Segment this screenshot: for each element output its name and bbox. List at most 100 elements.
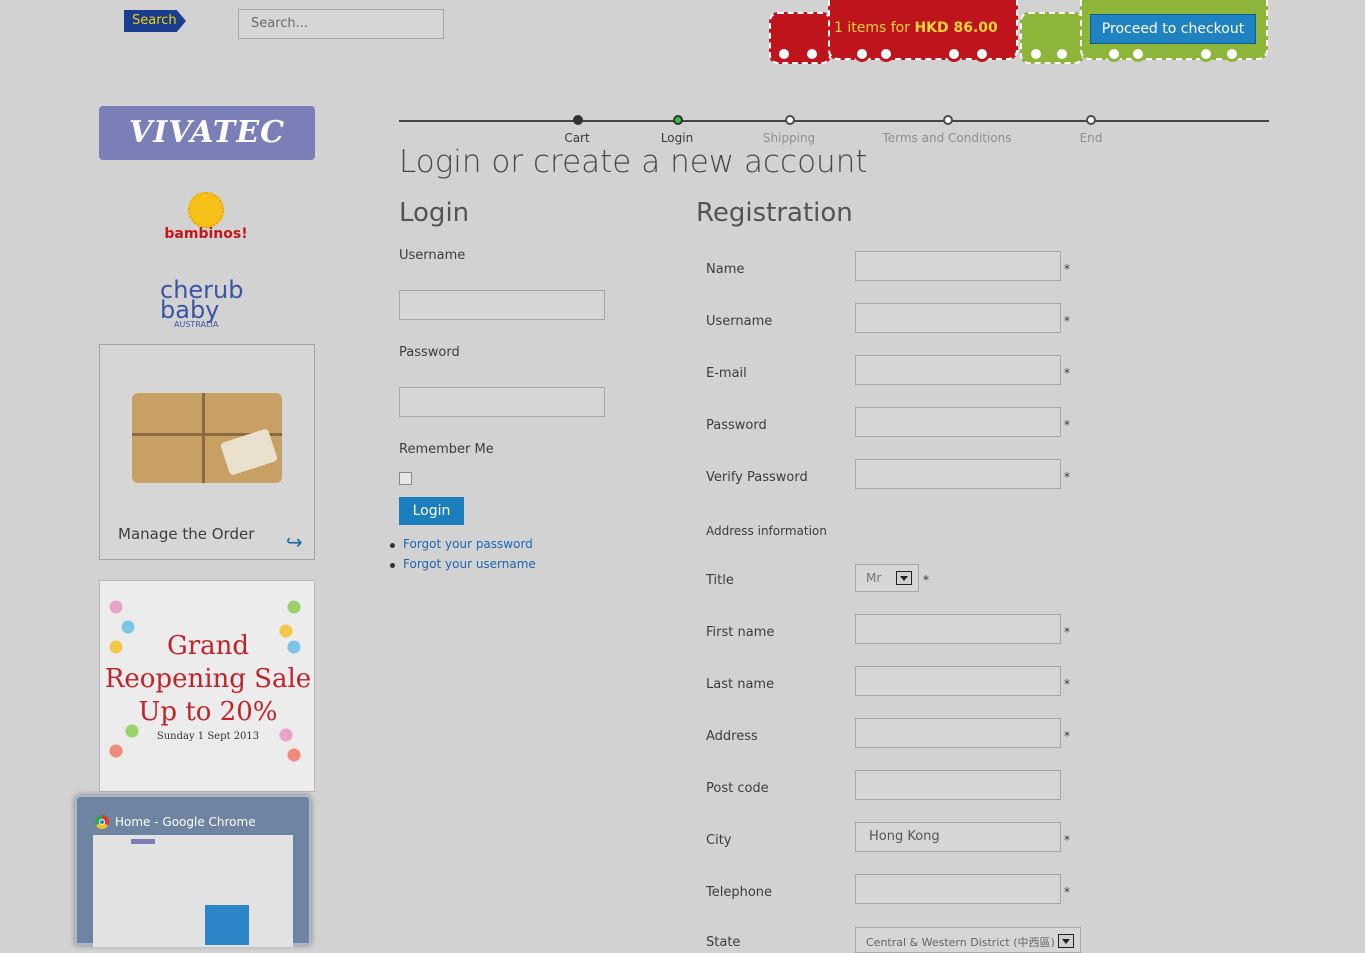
remember-me-label: Remember Me: [399, 442, 494, 457]
wheel-icon: [878, 46, 894, 62]
required-mark: *: [1064, 677, 1070, 691]
step-dot-cart: [573, 115, 583, 125]
sale-line-1: Grand: [166, 631, 250, 661]
forgot-username-link[interactable]: Forgot your username: [403, 557, 536, 571]
wheel-icon: [974, 46, 990, 62]
chrome-icon: [95, 815, 109, 829]
search-input[interactable]: Search...: [238, 9, 444, 39]
reg-lastname-label: Last name: [706, 677, 775, 692]
wheel-icon: [1054, 46, 1070, 62]
vivatec-logo[interactable]: VIVATEC: [99, 106, 315, 160]
required-mark: *: [1064, 885, 1070, 899]
login-heading: Login: [399, 198, 470, 228]
login-username-field[interactable]: [399, 290, 605, 320]
parcel-image: [132, 393, 282, 483]
dropdown-arrow-icon: [1058, 934, 1074, 948]
remember-me-checkbox[interactable]: [399, 472, 412, 485]
step-dot-shipping: [785, 115, 795, 125]
reg-postcode-field[interactable]: [855, 770, 1061, 800]
cart-total: HKD 86.00: [914, 20, 998, 36]
step-login[interactable]: Login: [661, 131, 693, 145]
bambinos-logo[interactable]: bambinos!: [160, 192, 252, 248]
login-username-label: Username: [399, 248, 466, 263]
required-mark: *: [1064, 418, 1070, 432]
checkout-progress-line: [399, 120, 1269, 122]
reg-title-label: Title: [706, 573, 734, 588]
taskbar-window-preview[interactable]: Home - Google Chrome: [75, 795, 311, 947]
cherub-logo-subtext: AUSTRALIA: [174, 320, 219, 329]
required-mark: *: [923, 573, 929, 587]
wheel-icon: [804, 46, 820, 62]
search-button[interactable]: Search: [124, 10, 186, 32]
manage-order-banner[interactable]: Manage the Order ↪: [99, 344, 315, 560]
reg-city-field[interactable]: Hong Kong: [855, 822, 1061, 852]
login-password-field[interactable]: [399, 387, 605, 417]
wheel-icon: [1130, 46, 1146, 62]
reg-name-label: Name: [706, 262, 745, 277]
required-mark: *: [1064, 314, 1070, 328]
step-dot-login: [673, 115, 683, 125]
reg-telephone-field[interactable]: [855, 874, 1061, 904]
page-title: Login or create a new account: [399, 144, 868, 180]
wheel-icon: [946, 46, 962, 62]
sale-date: Sunday 1 Sept 2013: [156, 731, 260, 742]
sale-line-3: Up to 20%: [138, 697, 278, 727]
required-mark: *: [1064, 470, 1070, 484]
cherub-logo-text: cherub baby: [160, 276, 244, 324]
reg-address-field[interactable]: [855, 718, 1061, 748]
reg-city-label: City: [706, 833, 732, 848]
cherub-baby-logo[interactable]: cherub baby AUSTRALIA: [160, 276, 260, 332]
reg-username-label: Username: [706, 314, 773, 329]
reg-email-label: E-mail: [706, 366, 747, 381]
step-cart[interactable]: Cart: [564, 131, 589, 145]
bullet-icon: [390, 563, 395, 568]
required-mark: *: [1064, 262, 1070, 276]
dropdown-arrow-icon: [896, 571, 912, 585]
reg-firstname-field[interactable]: [855, 614, 1061, 644]
reg-telephone-label: Telephone: [706, 885, 773, 900]
required-mark: *: [1064, 833, 1070, 847]
wheel-icon: [1198, 46, 1214, 62]
reg-address-label: Address: [706, 729, 758, 744]
reg-verify-password-field[interactable]: [855, 459, 1061, 489]
reg-username-field[interactable]: [855, 303, 1061, 333]
reg-state-label: State: [706, 935, 741, 950]
registration-heading: Registration: [696, 198, 853, 228]
login-password-label: Password: [399, 345, 460, 360]
wheel-icon: [776, 46, 792, 62]
cart-summary[interactable]: 1 items for HKD 86.00: [834, 20, 1012, 36]
reg-firstname-label: First name: [706, 625, 775, 640]
step-dot-terms: [943, 115, 953, 125]
reg-verify-password-label: Verify Password: [706, 470, 808, 485]
wheel-icon: [1028, 46, 1044, 62]
reg-password-field[interactable]: [855, 407, 1061, 437]
grand-reopening-sale-banner[interactable]: Grand Reopening Sale Up to 20% Sunday 1 …: [99, 580, 315, 792]
login-button[interactable]: Login: [399, 497, 464, 525]
title-select-value: Mr: [866, 571, 882, 585]
cart-count: 1 items for: [834, 20, 910, 36]
preview-window-title: Home - Google Chrome: [115, 815, 256, 829]
proceed-to-checkout-button[interactable]: Proceed to checkout: [1090, 14, 1256, 44]
forgot-password-link[interactable]: Forgot your password: [403, 537, 533, 551]
bullet-icon: [390, 543, 395, 548]
reg-postcode-label: Post code: [706, 781, 769, 796]
reg-name-field[interactable]: [855, 251, 1061, 281]
bambinos-logo-text: bambinos!: [164, 226, 248, 242]
sale-line-2: Reopening Sale: [104, 664, 312, 694]
step-dot-end: [1086, 115, 1096, 125]
arrow-right-icon: ↪: [286, 530, 303, 554]
address-information-heading: Address information: [706, 524, 827, 538]
wheel-icon: [854, 46, 870, 62]
state-select[interactable]: Central & Western District (中西區): [855, 927, 1081, 953]
step-terms: Terms and Conditions: [882, 131, 1012, 145]
manage-order-label: Manage the Order: [118, 525, 255, 543]
cart-truck-banner: 1 items for HKD 86.00 Proceed to checkou…: [762, 0, 1270, 75]
title-select[interactable]: Mr: [855, 564, 919, 592]
wheel-icon: [1106, 46, 1122, 62]
wheel-icon: [1224, 46, 1240, 62]
required-mark: *: [1064, 729, 1070, 743]
required-mark: *: [1064, 366, 1070, 380]
reg-email-field[interactable]: [855, 355, 1061, 385]
reg-lastname-field[interactable]: [855, 666, 1061, 696]
step-shipping: Shipping: [762, 131, 816, 145]
